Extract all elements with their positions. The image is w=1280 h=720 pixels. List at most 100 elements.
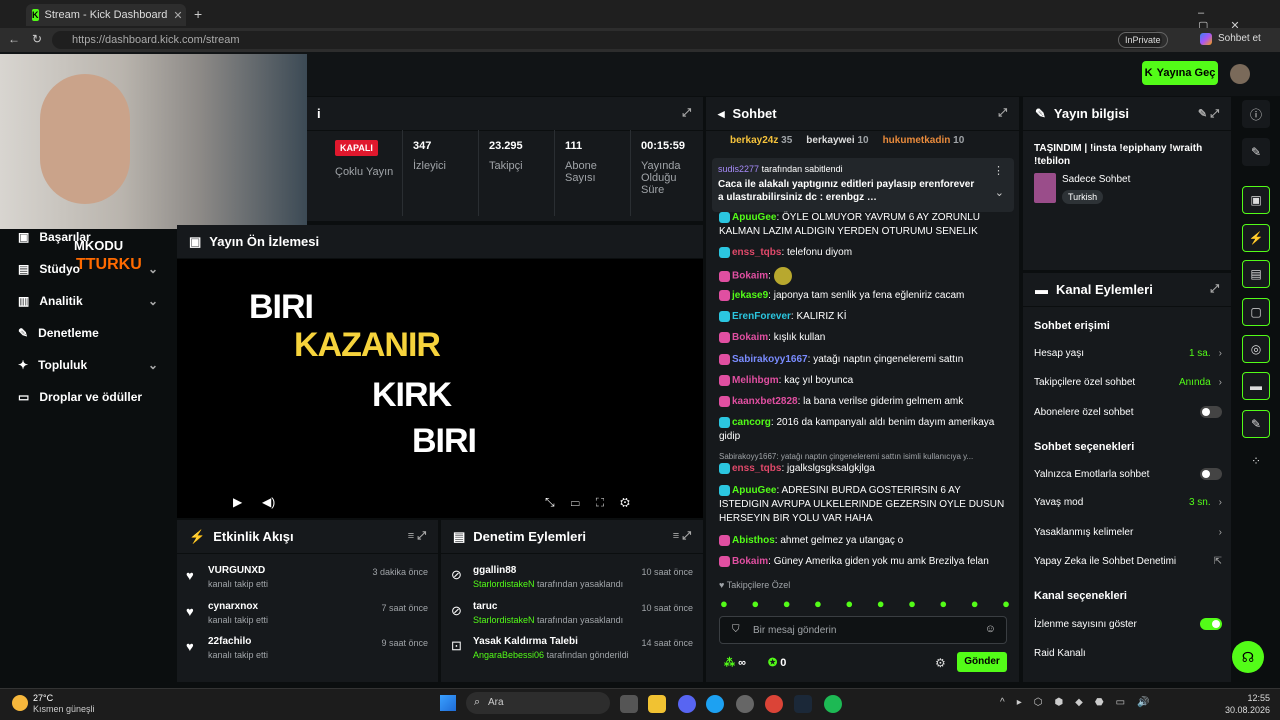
chat-bubble-icon[interactable]: ▢ [1242,298,1270,326]
chat-username[interactable]: ApuuGee [732,212,776,223]
clock-date: 30.08.2026 [1224,705,1270,715]
chat-username[interactable]: Bokaim [732,271,768,282]
chat-username[interactable]: Sabirakoyy1667 [732,354,808,365]
clock-time: 12:55 [1247,693,1270,703]
play-icon[interactable]: ▶ [233,495,242,509]
go-live-button[interactable]: K Yayına Geç [1142,61,1218,85]
steam-icon[interactable] [794,695,812,713]
sidebar-item-community[interactable]: ✦ Topluluk ⌄ [18,358,158,372]
chevron-down-icon[interactable]: ⌄ [995,186,1004,199]
lightning-icon[interactable]: ⚡ [1242,224,1270,252]
chat-username[interactable]: kaanxbet2828 [732,396,798,407]
chat-message: Bokaim: [719,267,1007,285]
gear-icon[interactable]: ⚙ [935,656,946,670]
discord-icon[interactable] [678,695,696,713]
subs-only-toggle[interactable] [1200,406,1222,418]
emote-icon: ● [876,596,885,611]
sidebar-item-studio[interactable]: ▤ Stüdyo ⌄ [18,262,158,276]
task-view-icon[interactable] [620,695,638,713]
chat-username[interactable]: Bokaim [732,556,768,567]
followers-only-row[interactable]: Takipçilere özel sohbet Anında › [1034,377,1222,388]
wrench-icon: ✎ [18,326,29,340]
volume-icon[interactable]: ◀) [262,495,275,509]
edit-icon[interactable]: ✎ [1242,138,1270,166]
chat-username[interactable]: jekase9 [732,290,768,301]
close-tab-icon[interactable]: ✕ [173,9,182,22]
chat-message: enss_tqbs: telefonu diyom [719,246,1007,260]
panel-icon[interactable]: ▬ [1242,372,1270,400]
avatar[interactable] [1230,64,1250,84]
webcam-overlay [0,54,307,229]
chat-username[interactable]: cancorg [732,417,771,428]
spotify-icon[interactable] [824,695,842,713]
back-icon[interactable]: ← [8,32,20,46]
layout-icon[interactable]: ▣ [1242,186,1270,214]
emote-icon: ● [845,596,854,611]
browser-tab[interactable]: K Stream - Kick Dashboard ✕ [26,4,186,26]
sidebar-item-drops[interactable]: ▭ Droplar ve ödüller [18,390,178,404]
show-viewers-toggle[interactable] [1200,618,1222,630]
chat-username[interactable]: enss_tqbs [732,247,781,258]
sidebar-item-achievements[interactable]: ▣ Başarılar [18,230,158,244]
chat-icon: ◂ [718,105,725,121]
chat-username[interactable]: enss_tqbs [732,463,781,474]
viewers-value: 347 [413,140,432,152]
banned-words-row[interactable]: Yasaklanmış kelimeler › [1034,527,1222,538]
taskbar-search[interactable]: ⌕ Ara [466,692,610,714]
sidebar-item-analytics[interactable]: ▥ Analitik ⌄ [18,294,158,308]
filter-icon[interactable]: ≡ ⤢ [408,530,426,543]
target-icon[interactable]: ◎ [1242,335,1270,363]
send-button[interactable]: Gönder [957,652,1007,672]
expand-icon[interactable]: ⤢ [1210,283,1219,296]
sidebar-item-moderation[interactable]: ✎ Denetleme [18,326,158,340]
chat-username[interactable]: Bokaim [732,332,768,343]
chat-text: yatağı naptın çingeneleremi sattın [813,354,964,365]
file-explorer-icon[interactable] [648,695,666,713]
list-icon[interactable]: ▤ [1242,260,1270,288]
support-icon[interactable]: ☊ [1232,641,1264,673]
more-icon[interactable]: ⋮ [993,164,1004,177]
info-icon[interactable]: ⓘ [1242,100,1270,128]
chat-button[interactable]: Sohbet et [1218,33,1261,44]
windows-start-icon[interactable] [440,695,456,711]
slow-mode-row[interactable]: Yavaş mod 3 sn. › [1034,497,1222,508]
system-tray[interactable]: ^▸⬡⬢◆⬣▭🔊 [1000,697,1162,708]
chat-username[interactable]: Melihbgm [732,375,779,386]
obs-icon[interactable] [736,695,754,713]
url-input[interactable]: https://dashboard.kick.com/stream [52,31,1162,49]
chat-text: kaç yıl boyunca [784,375,854,386]
chat-text: KALIRIZ Kİ [796,311,847,322]
emotes-only-toggle[interactable] [1200,468,1222,480]
filter-icon[interactable]: ≡ ⤢ [673,530,691,543]
moderation-header: ▤ Denetim Eylemleri ≡ ⤢ [441,520,703,554]
ai-moderation-row[interactable]: Yapay Zeka ile Sohbet Denetimi ⇱ [1034,556,1222,567]
chrome-icon[interactable] [765,695,783,713]
category-thumbnail [1034,173,1056,203]
pinned-message[interactable]: sudis2277 tarafından sabitlendi Caca ile… [712,158,1014,212]
emote-icon: ● [908,596,916,611]
chat-username[interactable]: ApuuGee [732,485,776,496]
chat-access-heading: Sohbet erişimi [1034,320,1110,332]
edit-icon[interactable]: ✎ ⤢ [1198,107,1219,121]
emote-bar[interactable]: ● ● ● ● ● ● ● ● ● ● [720,596,1010,611]
list-item: ⊘ taruc StarlordistakeN tarafından yasak… [451,601,693,625]
edge-icon[interactable] [706,695,724,713]
new-tab-icon[interactable]: + [194,6,202,22]
inprivate-badge[interactable]: InPrivate [1118,32,1168,48]
chat-username[interactable]: Abisthos [732,535,775,546]
apps-icon[interactable]: ⁘ [1242,447,1270,475]
refresh-icon[interactable]: ↻ [32,32,42,46]
player-controls[interactable]: ⤡▭⛶⚙ [545,495,646,510]
wrench-icon[interactable]: ✎ [1242,410,1270,438]
expand-icon[interactable]: ⤢ [682,107,691,120]
raid-channel-row[interactable]: Raid Kanalı [1034,648,1222,659]
list-icon: ▤ [453,528,466,544]
emote-icon: ● [720,596,728,611]
chat-input[interactable]: ⛉ Bir mesaj gönderin ☺ [719,616,1007,644]
copilot-icon[interactable] [1200,33,1212,45]
subs-value: 111 [565,140,583,152]
emoji-icon[interactable]: ☺ [985,623,996,635]
chat-username[interactable]: ErenForever [732,311,791,322]
account-age-row[interactable]: Hesap yaşı 1 sa. › [1034,348,1222,359]
expand-icon[interactable]: ⤢ [998,107,1007,120]
